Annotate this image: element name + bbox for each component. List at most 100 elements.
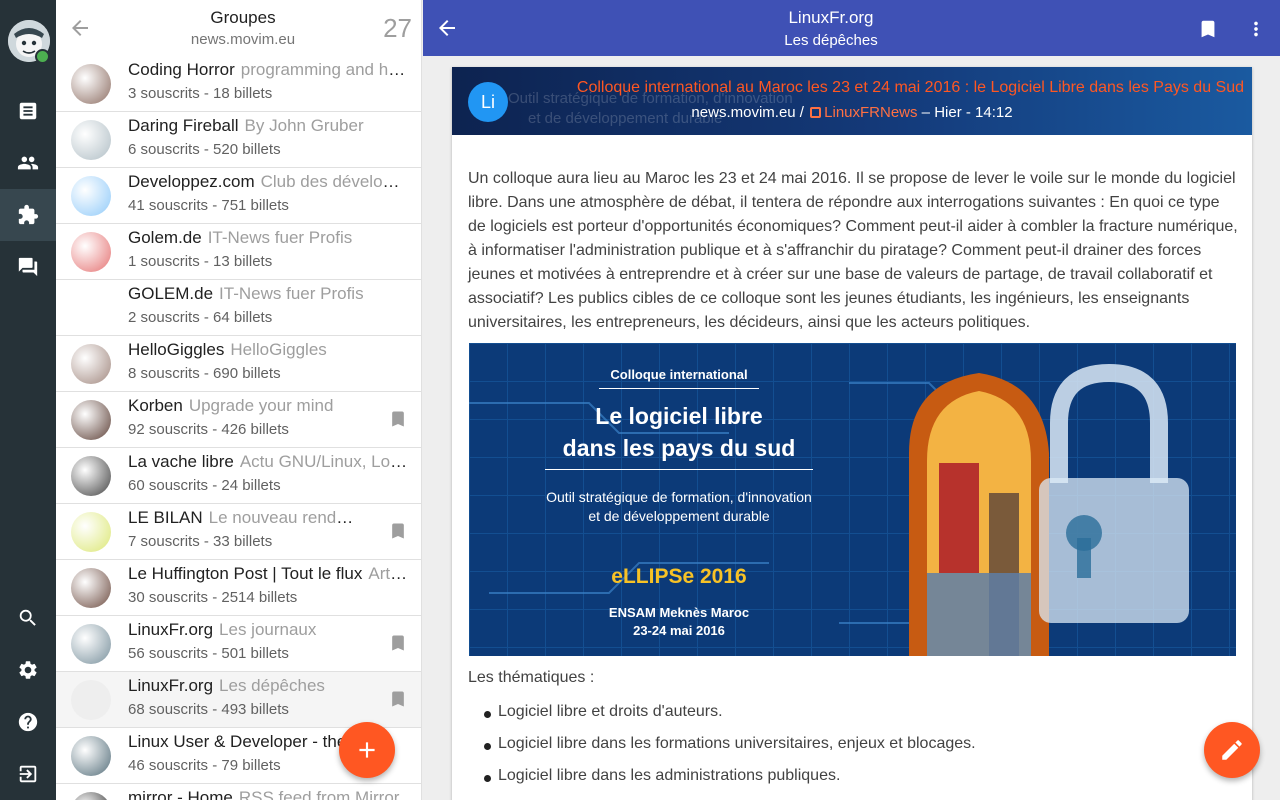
image-dates: 23-24 mai 2016	[633, 623, 725, 638]
group-stats: 46 souscrits - 79 billets	[128, 757, 281, 774]
app-bar: LinuxFr.org Les dépêches	[423, 0, 1280, 56]
group-title: GOLEM.de IT-News fuer Profis	[128, 284, 408, 304]
group-avatar	[71, 120, 111, 160]
group-title: Korben Upgrade your mind	[128, 396, 360, 416]
post-meta: news.movim.eu / LinuxFRNews – Hier - 14:…	[452, 104, 1252, 121]
add-group-button[interactable]	[339, 722, 395, 778]
group-row[interactable]: Le Huffington Post | Tout le flux Article…	[56, 560, 421, 616]
group-title: Daring Fireball By John Gruber	[128, 116, 408, 136]
group-row[interactable]: Daring Fireball By John Gruber 6 souscrits…	[56, 112, 421, 168]
gear-icon	[19, 661, 37, 679]
group-bookmark-button[interactable]	[388, 521, 408, 541]
rail-chats[interactable]	[0, 241, 56, 293]
post-source-link[interactable]: LinuxFRNews	[824, 104, 917, 121]
group-row[interactable]: GOLEM.de IT-News fuer Profis 2 souscrits -…	[56, 280, 421, 336]
rail-news[interactable]	[0, 85, 56, 137]
rail-configuration[interactable]	[0, 644, 56, 696]
group-description: Les dépêches	[219, 676, 325, 695]
image-headline-1: Le logiciel libre	[595, 403, 763, 429]
group-title: La vache libre Actu GNU/Linux, Logiciels …	[128, 452, 408, 472]
themes-list: Logiciel libre et droits d'auteurs. Logi…	[468, 703, 1228, 799]
groups-server: news.movim.eu	[190, 31, 296, 48]
image-event: eLLIPSe 2016	[611, 565, 747, 588]
bookmark-button[interactable]	[1197, 18, 1219, 40]
group-name: Le Huffington Post | Tout le flux	[128, 564, 363, 583]
rail-logout[interactable]	[0, 748, 56, 800]
group-name: GOLEM.de	[128, 284, 214, 303]
group-stats: 2 souscrits - 64 billets	[128, 309, 273, 326]
image-sub-2: et de développement durable	[588, 508, 770, 524]
image-kicker: Colloque international	[610, 367, 748, 382]
group-row[interactable]: Korben Upgrade your mind 92 souscrits - 42…	[56, 392, 421, 448]
group-name: Korben	[128, 396, 183, 415]
rail-search[interactable]	[0, 592, 56, 644]
post-header-banner: Outil stratégique de formation, d'innova…	[452, 67, 1252, 135]
bookmark-icon	[392, 411, 404, 427]
group-description: programming and human factors	[240, 60, 408, 79]
post-image[interactable]: Colloque international Le logiciel libre…	[469, 343, 1236, 656]
rail-communities[interactable]	[0, 189, 56, 241]
newspaper-icon	[19, 102, 37, 120]
group-row[interactable]: La vache libre Actu GNU/Linux, Logiciels …	[56, 448, 421, 504]
presence-indicator	[35, 49, 50, 64]
post-server[interactable]: news.movim.eu	[691, 104, 795, 121]
list-item: Logiciel libre dans les formations unive…	[468, 735, 1228, 767]
group-avatar	[71, 400, 111, 440]
group-stats: 7 souscrits - 33 billets	[128, 533, 273, 550]
group-row[interactable]: LE BILAN Le nouveau rendez-vous 7 souscrit…	[56, 504, 421, 560]
group-avatar	[71, 624, 111, 664]
list-item: Logiciel libre dans les administrations …	[468, 767, 1228, 799]
group-name: LinuxFr.org	[128, 676, 214, 695]
group-row[interactable]: Coding Horror programming and human facto…	[56, 56, 421, 112]
group-name: mirror - Home	[128, 788, 233, 800]
groups-title: Groupes	[210, 8, 276, 27]
group-name: LinuxFr.org	[128, 620, 214, 639]
group-avatar	[71, 680, 111, 720]
rail-contacts[interactable]	[0, 137, 56, 189]
group-name: Coding Horror	[128, 60, 235, 79]
post-title[interactable]: Colloque international au Maroc les 23 e…	[516, 79, 1244, 97]
group-avatar	[71, 456, 111, 496]
image-place: ENSAM Meknès Maroc	[608, 605, 750, 620]
group-bookmark-button[interactable]	[388, 409, 408, 429]
group-stats: 6 souscrits - 520 billets	[128, 141, 281, 158]
group-row[interactable]: Golem.de IT-News fuer Profis 1 souscrits -…	[56, 224, 421, 280]
appbar-subtitle: Les dépêches	[784, 32, 878, 49]
group-title: Le Huffington Post | Tout le flux Article…	[128, 564, 408, 584]
group-row[interactable]: LinuxFr.org Les dépêches 68 souscrits - 49…	[56, 672, 421, 728]
image-rule	[599, 388, 759, 389]
post-paragraph: Un colloque aura lieu au Maroc les 23 et…	[468, 170, 1238, 331]
group-stats: 1 souscrits - 13 billets	[128, 253, 273, 270]
group-avatar	[71, 792, 111, 800]
group-bookmark-button[interactable]	[388, 633, 408, 653]
group-description: Le nouveau rendez-vous	[208, 508, 360, 527]
bookmark-icon	[392, 691, 404, 707]
nav-rail	[0, 0, 56, 800]
meta-separator: /	[795, 104, 809, 121]
group-title: LinuxFr.org Les journaux	[128, 620, 360, 640]
group-title: mirror - Home RSS feed from Mirror	[128, 788, 408, 800]
group-row[interactable]: LinuxFr.org Les journaux 56 souscrits - 50…	[56, 616, 421, 672]
group-description: Upgrade your mind	[188, 396, 334, 415]
group-title: HelloGiggles HelloGiggles	[128, 340, 408, 360]
appbar-title: LinuxFr.org	[788, 8, 874, 27]
search-icon	[19, 609, 36, 626]
compose-button[interactable]	[1204, 722, 1260, 778]
group-row[interactable]: Developpez.com Club des développeurs et I…	[56, 168, 421, 224]
rss-icon	[810, 107, 822, 118]
more-menu-button[interactable]	[1245, 18, 1267, 40]
main-panel: LinuxFr.org Les dépêches Outil stratégiq…	[423, 0, 1280, 800]
group-bookmark-button[interactable]	[388, 689, 408, 709]
groups-header: Groupes news.movim.eu 27	[56, 0, 421, 56]
bookmark-icon	[392, 635, 404, 651]
rail-help[interactable]	[0, 696, 56, 748]
image-sub-1: Outil stratégique de formation, d'innova…	[546, 489, 812, 505]
group-title: Developpez.com Club des développeurs et I…	[128, 172, 408, 192]
group-row[interactable]: mirror - Home RSS feed from Mirror	[56, 784, 421, 800]
groups-panel: Groupes news.movim.eu 27 Coding Horror pr…	[56, 0, 422, 800]
bookmark-icon	[392, 523, 404, 539]
group-row[interactable]: HelloGiggles HelloGiggles 8 souscrits - 69…	[56, 336, 421, 392]
bookmark-icon	[1201, 20, 1215, 38]
group-avatar	[71, 64, 111, 104]
plus-icon	[359, 742, 375, 758]
